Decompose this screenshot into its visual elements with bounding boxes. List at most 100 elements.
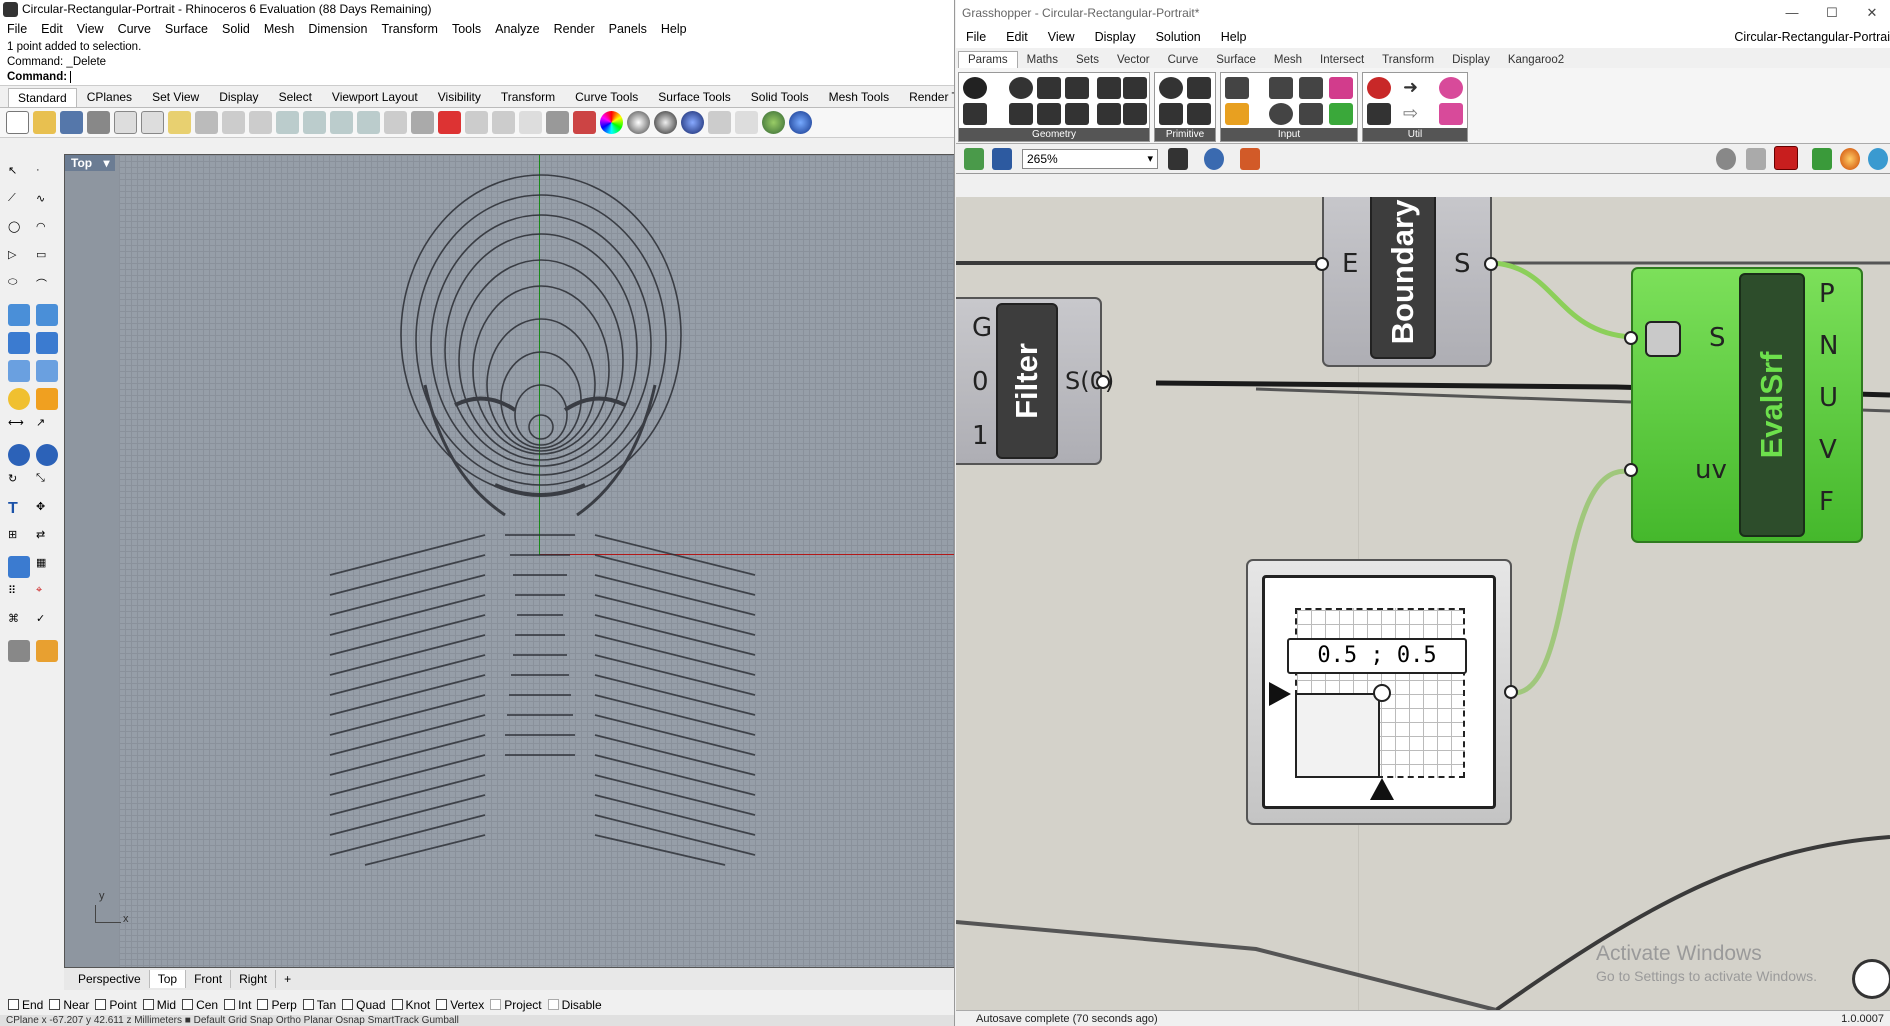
save-icon[interactable] bbox=[60, 111, 83, 134]
circle-param-icon[interactable] bbox=[1009, 77, 1033, 99]
gh-solid-icon[interactable] bbox=[1812, 148, 1832, 170]
print-icon[interactable] bbox=[87, 111, 110, 134]
filter-input-g[interactable]: G bbox=[972, 313, 992, 343]
add-viewport-icon[interactable]: + bbox=[276, 970, 299, 988]
osnap-end[interactable]: End bbox=[8, 998, 43, 1012]
gh-tab-mesh[interactable]: Mesh bbox=[1265, 52, 1311, 68]
maximize-icon[interactable]: ☐ bbox=[1814, 0, 1850, 26]
boundary-input-e[interactable]: E bbox=[1342, 249, 1358, 279]
close-icon[interactable]: ✕ bbox=[1854, 0, 1890, 26]
preview-shaded-icon[interactable] bbox=[1746, 148, 1766, 170]
filter-input-0[interactable]: 0 bbox=[972, 367, 989, 397]
redraw-icon[interactable] bbox=[384, 111, 407, 134]
md-slider-handle[interactable] bbox=[1373, 684, 1391, 702]
curve-icon[interactable]: ∿ bbox=[36, 192, 58, 214]
light-icon[interactable] bbox=[519, 111, 542, 134]
viewport-tab-right[interactable]: Right bbox=[231, 970, 277, 988]
osnap-point[interactable]: Point bbox=[95, 998, 137, 1012]
point-icon[interactable]: · bbox=[36, 164, 58, 186]
open-folder-icon[interactable] bbox=[33, 111, 56, 134]
plane-param-icon[interactable] bbox=[1009, 103, 1033, 125]
gh-tab-display[interactable]: Display bbox=[1443, 52, 1499, 68]
relay-icon[interactable]: ➜ bbox=[1403, 77, 1427, 99]
sketch-icon[interactable] bbox=[1439, 77, 1463, 99]
grid-dots-icon[interactable]: ⠿ bbox=[8, 584, 30, 606]
evalsrf-output-v[interactable]: V bbox=[1819, 435, 1837, 465]
gh-tab-transform[interactable]: Transform bbox=[1373, 52, 1443, 68]
panel-icon[interactable] bbox=[1269, 77, 1293, 99]
osnap-knot[interactable]: Knot bbox=[391, 998, 430, 1012]
integer-param-icon[interactable] bbox=[1159, 103, 1183, 125]
rendered-icon[interactable] bbox=[654, 111, 677, 134]
filter-input-1[interactable]: 1 bbox=[972, 421, 989, 451]
material-icon[interactable] bbox=[573, 111, 596, 134]
evalsrf-input-s[interactable]: S bbox=[1709, 323, 1726, 353]
menu-transform[interactable]: Transform bbox=[374, 19, 445, 40]
evalsrf-output-u[interactable]: U bbox=[1819, 383, 1838, 413]
command-input[interactable] bbox=[70, 71, 72, 83]
select-arrow-icon[interactable]: ↖ bbox=[8, 164, 30, 186]
tab-viewport-layout[interactable]: Viewport Layout bbox=[322, 87, 428, 107]
box-icon[interactable] bbox=[8, 332, 30, 354]
md-slider-icon[interactable] bbox=[1329, 103, 1353, 125]
group-icon[interactable] bbox=[36, 444, 58, 466]
curve-param-icon[interactable] bbox=[1037, 77, 1061, 99]
text-icon[interactable]: T bbox=[8, 500, 30, 522]
tab-visibility[interactable]: Visibility bbox=[428, 87, 491, 107]
text-param-icon[interactable] bbox=[1187, 103, 1211, 125]
zoom-extents-icon[interactable] bbox=[330, 111, 353, 134]
save-file-icon[interactable] bbox=[992, 148, 1012, 170]
md-slider-output-grip[interactable] bbox=[1504, 685, 1518, 699]
sketch-pen-icon[interactable] bbox=[1240, 148, 1260, 170]
zoom-window-icon[interactable] bbox=[303, 111, 326, 134]
spotlight-icon[interactable] bbox=[36, 388, 58, 410]
gh-menu-file[interactable]: File bbox=[956, 26, 996, 48]
open-file-icon[interactable] bbox=[964, 148, 984, 170]
mesh-tools-icon[interactable] bbox=[36, 360, 58, 382]
osnap-near[interactable]: Near bbox=[49, 998, 89, 1012]
snap-point-icon[interactable]: ⌖ bbox=[36, 584, 58, 606]
gh-tab-kangaroo2[interactable]: Kangaroo2 bbox=[1499, 52, 1573, 68]
evalsrf-output-f[interactable]: F bbox=[1819, 487, 1834, 517]
value-list-icon[interactable] bbox=[1299, 103, 1323, 125]
viewport-tab-top[interactable]: Top bbox=[149, 970, 187, 988]
gradient-icon[interactable] bbox=[1329, 77, 1353, 99]
geometry-param-icon[interactable] bbox=[963, 77, 987, 99]
cut-icon[interactable] bbox=[114, 111, 137, 134]
arc-icon[interactable]: ◠ bbox=[36, 220, 58, 242]
surface-param-icon[interactable] bbox=[1065, 77, 1089, 99]
gh-tab-curve[interactable]: Curve bbox=[1159, 52, 1208, 68]
jump-icon[interactable]: ⇨ bbox=[1403, 103, 1427, 125]
snap-icon[interactable] bbox=[492, 111, 515, 134]
dimension-icon[interactable]: ⟷ bbox=[8, 416, 30, 438]
tab-transform[interactable]: Transform bbox=[491, 87, 565, 107]
gh-menu-help[interactable]: Help bbox=[1211, 26, 1257, 48]
gh-menu-solution[interactable]: Solution bbox=[1146, 26, 1211, 48]
brep-param-icon[interactable] bbox=[1097, 77, 1121, 99]
md-slider-component[interactable]: 0.5 ; 0.5 bbox=[1246, 559, 1518, 825]
data-input-icon[interactable] bbox=[1225, 77, 1249, 99]
zoom-icon[interactable] bbox=[276, 111, 299, 134]
menu-render[interactable]: Render bbox=[547, 19, 602, 40]
preview-eye-icon[interactable] bbox=[1204, 148, 1224, 170]
osnap-disable[interactable]: Disable bbox=[547, 998, 602, 1012]
surface-tools-icon[interactable] bbox=[36, 304, 58, 326]
block-icon[interactable] bbox=[8, 556, 30, 578]
boolean-icon[interactable] bbox=[8, 444, 30, 466]
extra-toolbar-icon[interactable] bbox=[1868, 148, 1888, 170]
point-param-icon[interactable] bbox=[1037, 103, 1061, 125]
slider-icon[interactable] bbox=[1299, 77, 1323, 99]
box-param-icon[interactable] bbox=[1097, 103, 1121, 125]
menu-file[interactable]: File bbox=[0, 19, 34, 40]
menu-solid[interactable]: Solid bbox=[215, 19, 257, 40]
command-prompt[interactable]: Command: bbox=[7, 70, 954, 85]
osnap-int[interactable]: Int bbox=[224, 998, 251, 1012]
lock-icon[interactable] bbox=[546, 111, 569, 134]
boundary-component[interactable]: E Boundary S bbox=[1315, 197, 1498, 367]
osnap-cen[interactable]: Cen bbox=[182, 998, 218, 1012]
cluster-icon[interactable] bbox=[1367, 103, 1391, 125]
ellipse-icon[interactable]: ⬭ bbox=[8, 276, 30, 298]
menu-view[interactable]: View bbox=[70, 19, 111, 40]
polygon-icon[interactable]: ▷ bbox=[8, 248, 30, 270]
menu-tools[interactable]: Tools bbox=[445, 19, 488, 40]
